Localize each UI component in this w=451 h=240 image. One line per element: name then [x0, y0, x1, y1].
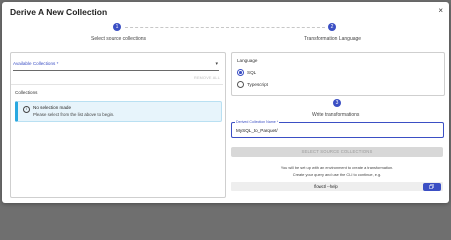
- cli-note: Create your query and use the CLI to con…: [292, 172, 382, 177]
- source-collections-panel: [10, 52, 226, 198]
- derived-collection-name-field[interactable]: Derived Collection Name * MySQL_to_Parqu…: [231, 120, 444, 138]
- derive-collection-dialog: Derive A New Collection × 1 2 Select sou…: [2, 2, 449, 203]
- alert-title: No selection made: [33, 105, 72, 110]
- divider: [11, 84, 223, 85]
- step-3-badge: 3: [333, 99, 341, 107]
- step-2-label: Transformation Language: [304, 36, 362, 42]
- copy-button[interactable]: [423, 182, 441, 191]
- stepper-connector: [125, 27, 325, 28]
- copy-icon: [429, 184, 434, 189]
- select-source-collections-button[interactable]: SELECT SOURCE COLLECTIONS: [231, 147, 443, 157]
- step-1-badge: 1: [113, 23, 121, 31]
- sql-radio[interactable]: [237, 69, 244, 76]
- step-3-label: Write transformations: [312, 112, 360, 118]
- command-text: flowctl --help: [314, 184, 338, 189]
- available-collections-select[interactable]: Available Collections * ▾: [13, 60, 219, 71]
- dialog-title: Derive A New Collection: [10, 7, 108, 17]
- close-icon[interactable]: ×: [438, 6, 443, 15]
- no-selection-alert: i No selection made Please select from t…: [15, 101, 222, 122]
- alert-text: Please select from the list above to beg…: [33, 112, 115, 117]
- step-2-badge: 2: [328, 23, 336, 31]
- environment-note: You will be set up with an environment t…: [280, 165, 394, 170]
- available-collections-label: Available Collections *: [13, 61, 59, 66]
- language-heading: Language: [237, 58, 258, 63]
- step-1-label: Select source collections: [91, 36, 147, 42]
- language-panel: [231, 52, 445, 96]
- typescript-radio[interactable]: [237, 81, 244, 88]
- command-snippet: flowctl --help: [231, 182, 443, 191]
- derived-collection-name-label: Derived Collection Name *: [235, 120, 280, 124]
- info-icon: i: [23, 106, 30, 113]
- derived-collection-name-value[interactable]: MySQL_to_Parquet/: [236, 128, 278, 133]
- sql-radio-label[interactable]: SQL: [247, 70, 256, 75]
- collections-heading: Collections: [15, 90, 38, 95]
- remove-all-button[interactable]: REMOVE ALL: [194, 76, 220, 80]
- typescript-radio-label[interactable]: Typescript: [247, 82, 268, 87]
- chevron-down-icon[interactable]: ▾: [215, 61, 218, 67]
